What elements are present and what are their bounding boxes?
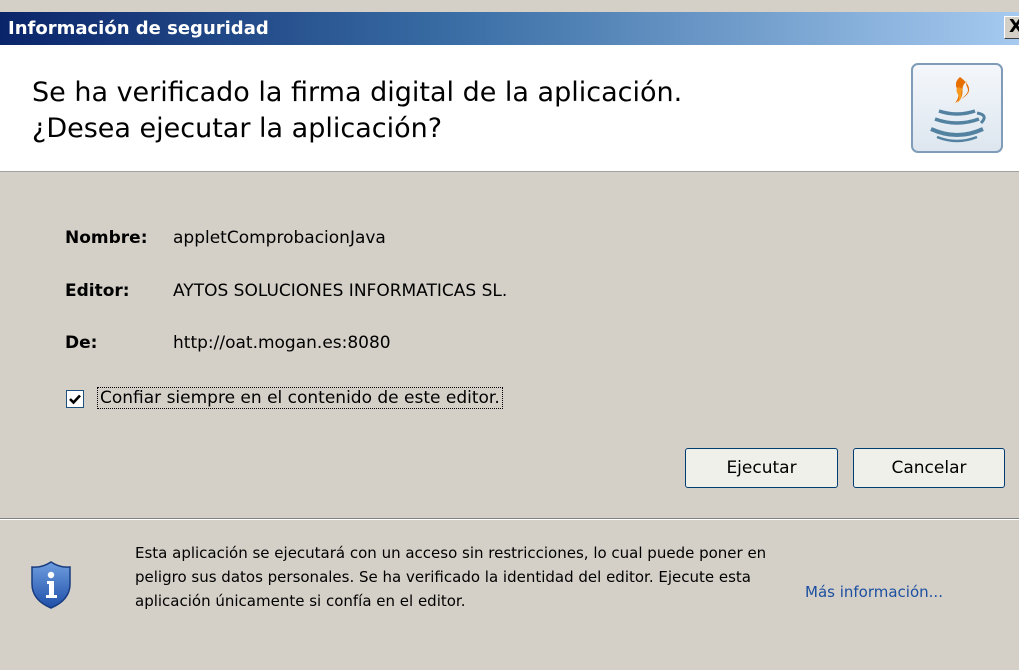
security-warning-text: Esta aplicación se ejecutará con un acce… <box>135 544 767 610</box>
header-line-question: ¿Desea ejecutar la aplicación? <box>32 113 443 144</box>
trust-publisher-checkbox[interactable] <box>66 390 84 408</box>
name-value: appletComprobacionJava <box>173 228 386 248</box>
trust-publisher-label[interactable]: Confiar siempre en el contenido de este … <box>97 387 503 409</box>
publisher-value: AYTOS SOLUCIONES INFORMATICAS SL. <box>173 281 508 301</box>
security-dialog: Información de seguridad X Se ha verific… <box>0 0 1019 670</box>
header-line-verified: Se ha verificado la firma digital de la … <box>32 77 683 108</box>
title-bar[interactable]: Información de seguridad X <box>0 12 1019 45</box>
cancel-button[interactable]: Cancelar <box>853 448 1005 488</box>
checkmark-icon <box>69 394 81 405</box>
more-info-link[interactable]: Más información... <box>805 583 943 601</box>
dialog-header: Se ha verificado la firma digital de la … <box>0 45 1019 172</box>
shield-info-icon <box>30 560 72 610</box>
window-title: Información de seguridad <box>8 18 269 39</box>
run-button[interactable]: Ejecutar <box>685 448 838 488</box>
from-value: http://oat.mogan.es:8080 <box>173 333 391 353</box>
from-label: De: <box>65 333 98 353</box>
close-button[interactable]: X <box>1004 16 1019 39</box>
publisher-label: Editor: <box>65 281 130 301</box>
footer-divider <box>0 518 1019 520</box>
java-coffee-cup-icon <box>911 63 1003 153</box>
name-label: Nombre: <box>65 228 148 248</box>
